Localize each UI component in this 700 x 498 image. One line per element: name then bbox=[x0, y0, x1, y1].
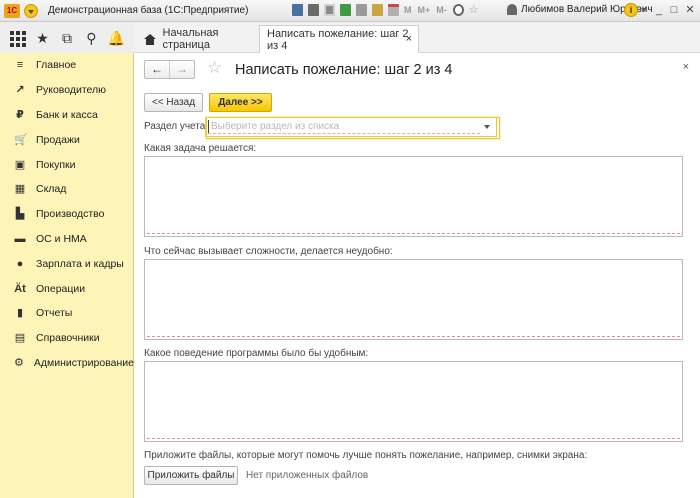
main-form: × ← → ☆ Написать пожелание: шаг 2 из 4 <… bbox=[135, 53, 700, 498]
maximize-button[interactable]: □ bbox=[667, 3, 681, 17]
chevron-down-icon[interactable] bbox=[480, 120, 494, 134]
table-icon[interactable] bbox=[372, 4, 383, 16]
section-placeholder: Выберите раздел из списка bbox=[211, 121, 340, 132]
cart-icon: 🛒 bbox=[14, 133, 28, 146]
search-icon[interactable]: ⚲ bbox=[83, 30, 99, 46]
sidebar-item-label: Главное bbox=[36, 59, 77, 72]
app-title: Демонстрационная база (1С:Предприятие) bbox=[48, 5, 249, 16]
sidebar-item-6[interactable]: ▙ Производство bbox=[0, 202, 133, 227]
memory-add-button[interactable]: M+ bbox=[418, 4, 431, 16]
sidebar-item-11[interactable]: ▤ Справочники bbox=[0, 326, 133, 351]
upload-icon[interactable] bbox=[340, 4, 351, 16]
favorites-icon[interactable]: ★ bbox=[35, 30, 51, 46]
sidebar: ≡ Главное ↗ Руководителю ₽ Банк и касса 🛒 Прода… bbox=[0, 53, 134, 498]
sidebar-item-4[interactable]: ▣ Покупки bbox=[0, 152, 133, 177]
attach-hint: Приложите файлы, которые могут помочь лу… bbox=[144, 450, 588, 461]
toolbar-icons: M M+ M- ☆ bbox=[292, 4, 484, 16]
tab-home-label: Начальная страница bbox=[162, 27, 219, 51]
behavior-textarea[interactable] bbox=[144, 361, 683, 442]
memory-button[interactable]: M bbox=[404, 4, 412, 16]
close-form-icon[interactable]: × bbox=[683, 61, 689, 73]
tab-write-suggestion[interactable]: Написать пожелание: шаг 2 из 4 × bbox=[259, 25, 419, 54]
user-icon bbox=[507, 4, 517, 15]
task-label: Какая задача решается: bbox=[144, 143, 257, 154]
back-arrow-icon[interactable]: ← bbox=[145, 61, 169, 78]
info-caret-icon[interactable] bbox=[641, 8, 647, 12]
favorites-star-icon[interactable]: ☆ bbox=[469, 4, 479, 16]
sidebar-item-7[interactable]: ▬ ОС и НМА bbox=[0, 227, 133, 252]
back-button[interactable]: << Назад bbox=[144, 93, 203, 112]
sidebar-item-5[interactable]: ▦ Склад bbox=[0, 177, 133, 202]
sidebar-item-label: Производство bbox=[36, 208, 105, 221]
tab-active-label: Написать пожелание: шаг 2 из 4 bbox=[267, 28, 409, 52]
home-icon bbox=[144, 33, 156, 45]
info-icon[interactable]: i bbox=[624, 3, 638, 17]
print-icon[interactable] bbox=[308, 4, 319, 16]
close-window-button[interactable]: ✕ bbox=[683, 3, 697, 17]
factory-icon: ▙ bbox=[15, 208, 25, 221]
sidebar-item-label: Операции bbox=[36, 282, 86, 295]
save-icon[interactable] bbox=[292, 4, 303, 16]
history-icon[interactable]: ⧉ bbox=[59, 30, 75, 46]
attach-files-button[interactable]: Приложить файлы bbox=[144, 466, 238, 485]
title-bar: 1С Демонстрационная база (1С:Предприятие… bbox=[0, 0, 700, 22]
bag-icon: ▣ bbox=[14, 158, 26, 171]
tab-home[interactable]: Начальная страница bbox=[136, 25, 256, 53]
history-arrows: ← → bbox=[144, 60, 195, 79]
sidebar-item-10[interactable]: ▮ Отчеты bbox=[0, 301, 133, 326]
tab-close-icon[interactable]: × bbox=[406, 33, 412, 45]
forward-arrow-icon[interactable]: → bbox=[169, 61, 194, 78]
nav-icon-bar: ★ ⧉ ⚲ 🔔 bbox=[0, 22, 134, 53]
preview-icon[interactable] bbox=[324, 4, 335, 16]
sidebar-item-label: Банк и касса bbox=[36, 108, 98, 121]
sidebar-item-label: Администрирование bbox=[33, 356, 134, 369]
section-select-input[interactable]: Выберите раздел из списка bbox=[208, 120, 478, 134]
sidebar-item-9[interactable]: Ät Операции bbox=[0, 276, 133, 301]
sidebar-item-0[interactable]: ≡ Главное bbox=[0, 53, 133, 78]
next-button[interactable]: Далее >> bbox=[209, 93, 272, 112]
sidebar-item-label: Продажи bbox=[36, 133, 80, 146]
memory-subtract-button[interactable]: M- bbox=[436, 4, 447, 16]
coin-icon: ₽ bbox=[16, 108, 24, 121]
trend-icon: ↗ bbox=[15, 84, 25, 97]
app-logo: 1С bbox=[4, 3, 20, 18]
task-textarea[interactable] bbox=[144, 156, 683, 237]
warehouse-icon: ▦ bbox=[14, 183, 26, 196]
behavior-label: Какое поведение программы было бы удобны… bbox=[144, 348, 369, 359]
sidebar-item-1[interactable]: ↗ Руководителю bbox=[0, 78, 133, 103]
no-files-text: Нет приложенных файлов bbox=[246, 470, 369, 481]
sidebar-item-label: Отчеты bbox=[36, 307, 73, 320]
minimize-button[interactable]: _ bbox=[652, 3, 666, 17]
sidebar-item-8[interactable]: ● Зарплата и кадры bbox=[0, 251, 133, 276]
sections-grid-icon[interactable] bbox=[10, 30, 27, 47]
sidebar-item-12[interactable]: ⚙ Администрирование bbox=[0, 351, 134, 376]
bell-icon[interactable]: 🔔 bbox=[108, 30, 125, 46]
sidebar-item-label: Руководителю bbox=[36, 84, 107, 97]
truck-icon: ▬ bbox=[14, 232, 26, 245]
person-icon: ● bbox=[16, 257, 24, 270]
gear-icon: ⚙ bbox=[14, 356, 24, 369]
section-select[interactable]: Выберите раздел из списка bbox=[205, 117, 500, 139]
sidebar-item-label: Зарплата и кадры bbox=[36, 257, 124, 270]
sidebar-item-label: Покупки bbox=[36, 158, 76, 171]
sidebar-item-label: Справочники bbox=[36, 332, 100, 345]
sidebar-item-2[interactable]: ₽ Банк и касса bbox=[0, 103, 133, 128]
operations-icon: Ät bbox=[14, 282, 26, 295]
top-navigation: ★ ⧉ ⚲ 🔔 Начальная страница Написать поже… bbox=[0, 22, 700, 54]
zoom-icon[interactable] bbox=[452, 4, 464, 16]
books-icon: ▤ bbox=[14, 332, 26, 345]
add-favorite-star-icon[interactable]: ☆ bbox=[207, 59, 222, 77]
bar-chart-icon: ▮ bbox=[16, 307, 24, 320]
sidebar-item-label: Склад bbox=[36, 183, 67, 196]
page-title: Написать пожелание: шаг 2 из 4 bbox=[235, 62, 453, 78]
difficulty-textarea[interactable] bbox=[144, 259, 683, 340]
difficulty-label: Что сейчас вызывает сложности, делается … bbox=[144, 246, 393, 257]
section-label: Раздел учета: bbox=[144, 121, 209, 132]
main-menu-button[interactable] bbox=[24, 3, 38, 18]
sidebar-item-3[interactable]: 🛒 Продажи bbox=[0, 127, 133, 152]
sidebar-item-label: ОС и НМА bbox=[36, 232, 87, 245]
menu-lines-icon: ≡ bbox=[16, 59, 24, 72]
calendar-icon[interactable] bbox=[388, 4, 399, 16]
copy-icon[interactable] bbox=[356, 4, 367, 16]
